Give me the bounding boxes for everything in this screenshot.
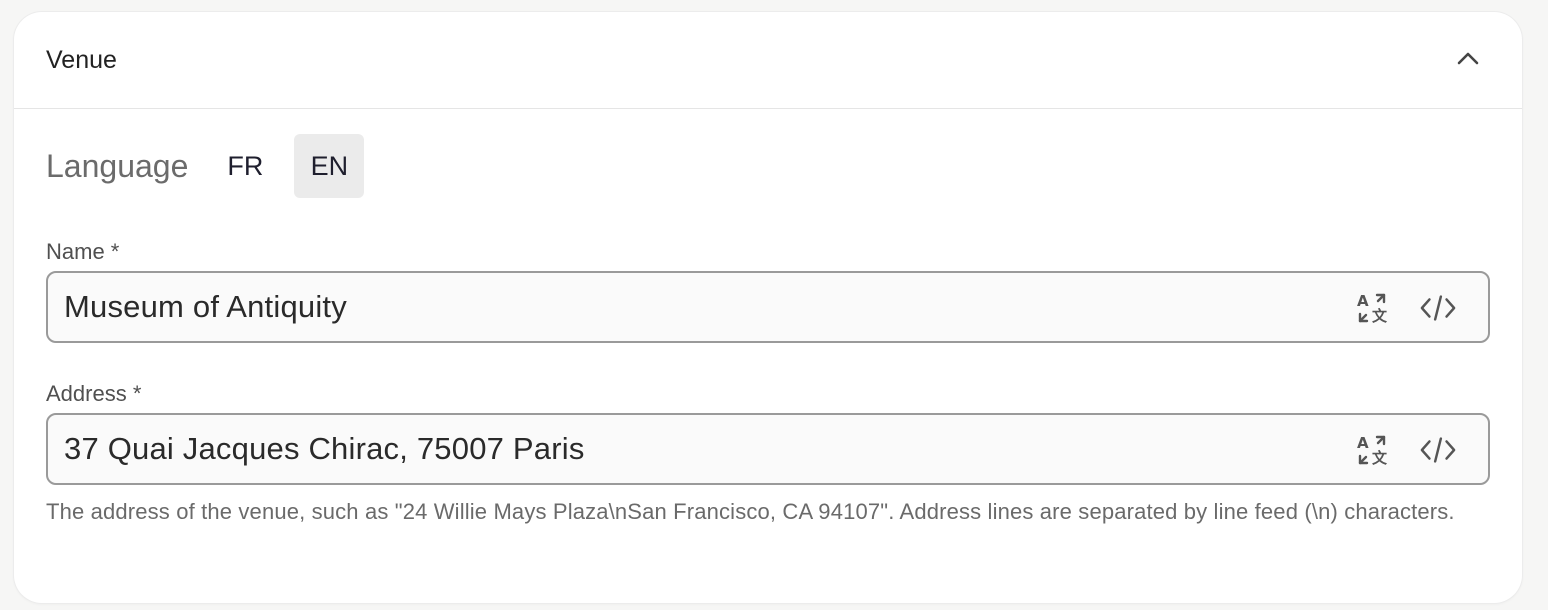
code-icon [1420,437,1456,463]
name-field-label: Name * [46,239,120,264]
svg-text:文: 文 [1372,449,1388,467]
language-option-fr[interactable]: FR [210,134,280,198]
section-title: Venue [46,46,117,74]
translate-button[interactable]: A 文 [1354,290,1390,326]
translate-icon: A 文 [1357,434,1388,467]
svg-text:A: A [1357,434,1369,452]
svg-text:文: 文 [1372,307,1388,325]
chevron-up-icon [1457,52,1479,65]
address-help-text: The address of the venue, such as "24 Wi… [46,499,1455,524]
translate-icon: A 文 [1357,292,1388,325]
name-input-value[interactable]: Museum of Antiquity [64,273,347,341]
name-input[interactable]: Museum of Antiquity A 文 [46,271,1490,343]
address-input[interactable]: 37 Quai Jacques Chirac, 75007 Paris A 文 [46,413,1490,485]
svg-text:A: A [1357,292,1369,310]
language-label: Language [46,147,189,184]
collapse-button[interactable] [1454,44,1482,72]
code-button[interactable] [1420,432,1456,468]
address-field-label: Address * [46,381,142,406]
code-button[interactable] [1420,290,1456,326]
translate-button[interactable]: A 文 [1354,432,1390,468]
language-option-en[interactable]: EN [294,134,365,198]
address-input-value[interactable]: 37 Quai Jacques Chirac, 75007 Paris [64,415,585,483]
venue-card: Venue Language FR EN Name * Museum of An… [14,12,1522,603]
code-icon [1420,295,1456,321]
venue-section-header[interactable]: Venue [14,12,1522,109]
language-selector: Language FR EN [46,134,378,198]
